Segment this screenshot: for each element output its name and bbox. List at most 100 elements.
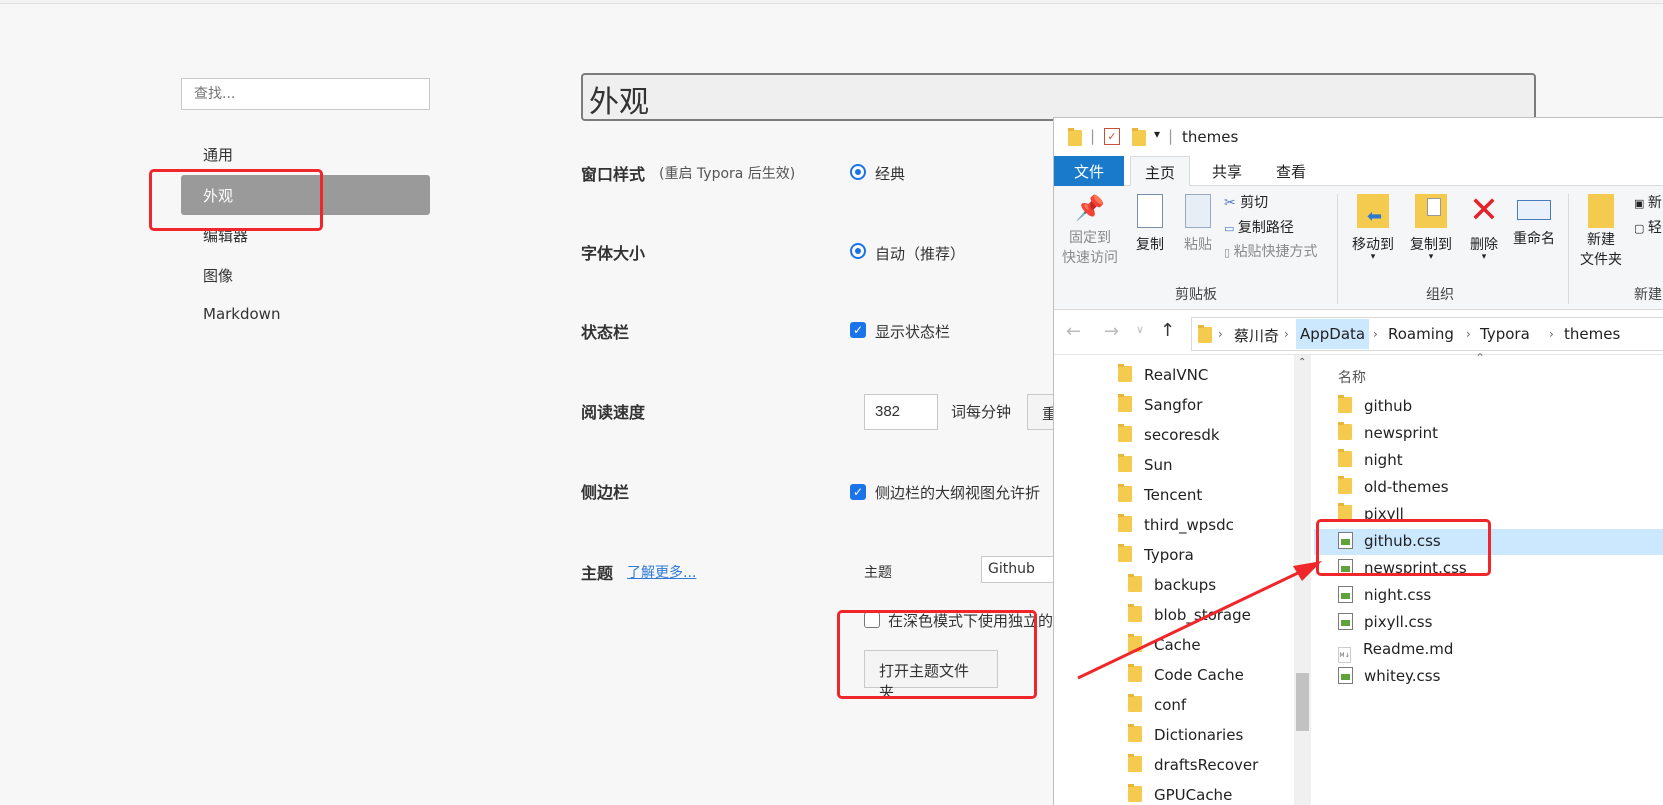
sidebar-outline-checkbox[interactable]: ✓ [850, 484, 866, 500]
tab-file[interactable]: 文件 [1054, 156, 1124, 186]
new-item-button[interactable]: ▣ 新 [1634, 192, 1662, 212]
nav-folder[interactable]: Dictionaries [1128, 724, 1243, 744]
name-column-header[interactable]: 名称 [1338, 367, 1366, 387]
qat-divider-2: | [1168, 127, 1174, 145]
folder-icon [1118, 424, 1132, 442]
easy-access-icon: ▢ [1634, 222, 1648, 235]
paste-shortcut-button[interactable]: ▯ 粘贴快捷方式 [1224, 241, 1318, 261]
delete-x-icon: ✕ [1468, 190, 1500, 231]
rename-button[interactable]: 重命名 [1510, 194, 1558, 248]
file-row-md[interactable]: M↓ Readme.md [1314, 637, 1663, 663]
nav-folder[interactable]: Sangfor [1118, 394, 1202, 414]
window-style-radio[interactable] [850, 164, 866, 180]
properties-icon[interactable]: ✓ [1104, 128, 1120, 145]
up-arrow-icon[interactable]: ↑ [1160, 320, 1175, 341]
annotation-box-appearance [149, 169, 323, 231]
delete-dropdown-icon: ▾ [1481, 252, 1487, 262]
scrollbar-thumb[interactable] [1296, 673, 1309, 731]
crumb-appdata[interactable]: AppData [1296, 319, 1370, 349]
move-to-dropdown-icon: ▾ [1370, 252, 1376, 262]
cut-button[interactable]: ✂ 剪切 [1224, 192, 1268, 212]
back-arrow-icon[interactable]: ← [1066, 321, 1081, 342]
window-style-option: 经典 [875, 165, 906, 183]
tab-view[interactable]: 查看 [1262, 156, 1320, 186]
copy-icon [1137, 194, 1163, 228]
settings-search-input[interactable] [181, 78, 430, 110]
delete-button[interactable]: ✕ 删除 ▾ [1464, 190, 1504, 262]
tab-share[interactable]: 共享 [1198, 156, 1256, 186]
nav-folder[interactable]: Cache [1128, 634, 1201, 654]
address-folder-icon [1198, 325, 1212, 343]
file-row-folder[interactable]: old-themes [1314, 475, 1663, 501]
folder-icon [1118, 454, 1132, 472]
learn-more-link[interactable]: 了解更多... [627, 562, 696, 582]
css-file-icon [1338, 613, 1353, 630]
copy-to-dropdown-icon: ▾ [1428, 252, 1434, 262]
file-row-css[interactable]: night.css [1314, 583, 1663, 609]
nav-folder[interactable]: draftsRecover [1128, 754, 1258, 774]
nav-item-image[interactable]: 图像 [181, 255, 430, 295]
nav-folder[interactable]: secoresdk [1118, 424, 1220, 444]
file-row-folder[interactable]: newsprint [1314, 421, 1663, 447]
folder-icon [1128, 754, 1142, 772]
crumb-roaming[interactable]: Roaming [1388, 325, 1454, 343]
copy-to-button[interactable]: 复制到 ▾ [1406, 194, 1456, 262]
move-to-button[interactable]: ⬅ 移动到 ▾ [1348, 194, 1398, 262]
reading-speed-reset-button[interactable]: 重 [1027, 394, 1056, 430]
nav-folder[interactable]: Tencent [1118, 484, 1202, 504]
tab-home[interactable]: 主页 [1130, 156, 1191, 186]
copy-path-button[interactable]: ▭ 复制路径 [1224, 217, 1294, 237]
pin-quick-access-button[interactable]: 📌 固定到 快速访问 [1062, 194, 1118, 268]
file-row-css[interactable]: whitey.css [1314, 664, 1663, 690]
nav-folder[interactable]: Sun [1118, 454, 1173, 474]
customize-qat-icon[interactable]: ▾ [1154, 127, 1160, 141]
nav-folder[interactable]: third_wpsdc [1118, 514, 1234, 534]
copy-to-icon [1415, 194, 1447, 228]
nav-folder[interactable]: conf [1128, 694, 1186, 714]
file-row-css[interactable]: pixyll.css [1314, 610, 1663, 636]
nav-folder[interactable]: backups [1128, 574, 1216, 594]
nav-folder[interactable]: Typora [1118, 544, 1194, 564]
organize-group-label: 组织 [1426, 287, 1454, 303]
folder-icon [1338, 395, 1352, 413]
file-row-folder[interactable]: night [1314, 448, 1663, 474]
easy-access-button[interactable]: ▢ 轻 [1634, 217, 1662, 237]
nav-folder[interactable]: blob_storage [1128, 604, 1251, 624]
reading-speed-label: 阅读速度 [581, 403, 646, 422]
annotation-box-github-css [1316, 519, 1491, 576]
crumb-user[interactable]: 蔡川奇 [1234, 325, 1279, 346]
crumb-typora[interactable]: Typora [1480, 325, 1530, 343]
file-row-folder[interactable]: github [1314, 394, 1663, 420]
easy-access-label: 轻 [1647, 220, 1662, 236]
quick-access-toolbar: | ✓ ▾ | themes [1054, 118, 1663, 156]
paste-icon [1185, 194, 1211, 228]
nav-scrollbar[interactable]: ⌃ [1294, 355, 1311, 805]
pin-icon: 📌 [1075, 194, 1105, 222]
theme-select-label: 主题 [864, 565, 892, 581]
folder-icon [1128, 664, 1142, 682]
nav-item-markdown[interactable]: Markdown [181, 295, 430, 335]
new-folder-qat-icon[interactable] [1132, 128, 1146, 146]
theme-select[interactable]: Github [981, 556, 1053, 583]
status-bar-checkbox[interactable]: ✓ [850, 322, 866, 338]
nav-folder[interactable]: Code Cache [1128, 664, 1244, 684]
status-bar-option: 显示状态栏 [875, 323, 951, 341]
nav-item-general[interactable]: 通用 [181, 134, 430, 174]
nav-folder[interactable]: GPUCache [1128, 784, 1232, 804]
css-file-icon [1338, 667, 1353, 684]
forward-arrow-icon[interactable]: → [1104, 321, 1119, 342]
copy-button[interactable]: 复制 [1130, 194, 1170, 254]
reading-speed-input[interactable]: 382 [864, 394, 938, 430]
copy-to-label: 复制到 [1410, 237, 1452, 253]
crumb-themes[interactable]: themes [1564, 325, 1620, 343]
paste-button[interactable]: 粘贴 [1178, 194, 1218, 254]
address-box[interactable]: › 蔡川奇 › AppData › Roaming › Typora › the… [1191, 317, 1663, 351]
font-size-radio[interactable] [850, 243, 866, 259]
new-folder-label: 新建 文件夹 [1580, 232, 1622, 268]
new-folder-button[interactable]: 新建 文件夹 [1578, 194, 1624, 270]
recent-locations-icon[interactable]: ∨ [1136, 323, 1144, 336]
nav-folder[interactable]: RealVNC [1118, 364, 1208, 384]
scroll-up-icon[interactable]: ⌃ [1298, 357, 1306, 368]
font-size-option: 自动（推荐） [875, 245, 966, 263]
copy-path-label: 复制路径 [1237, 220, 1294, 236]
